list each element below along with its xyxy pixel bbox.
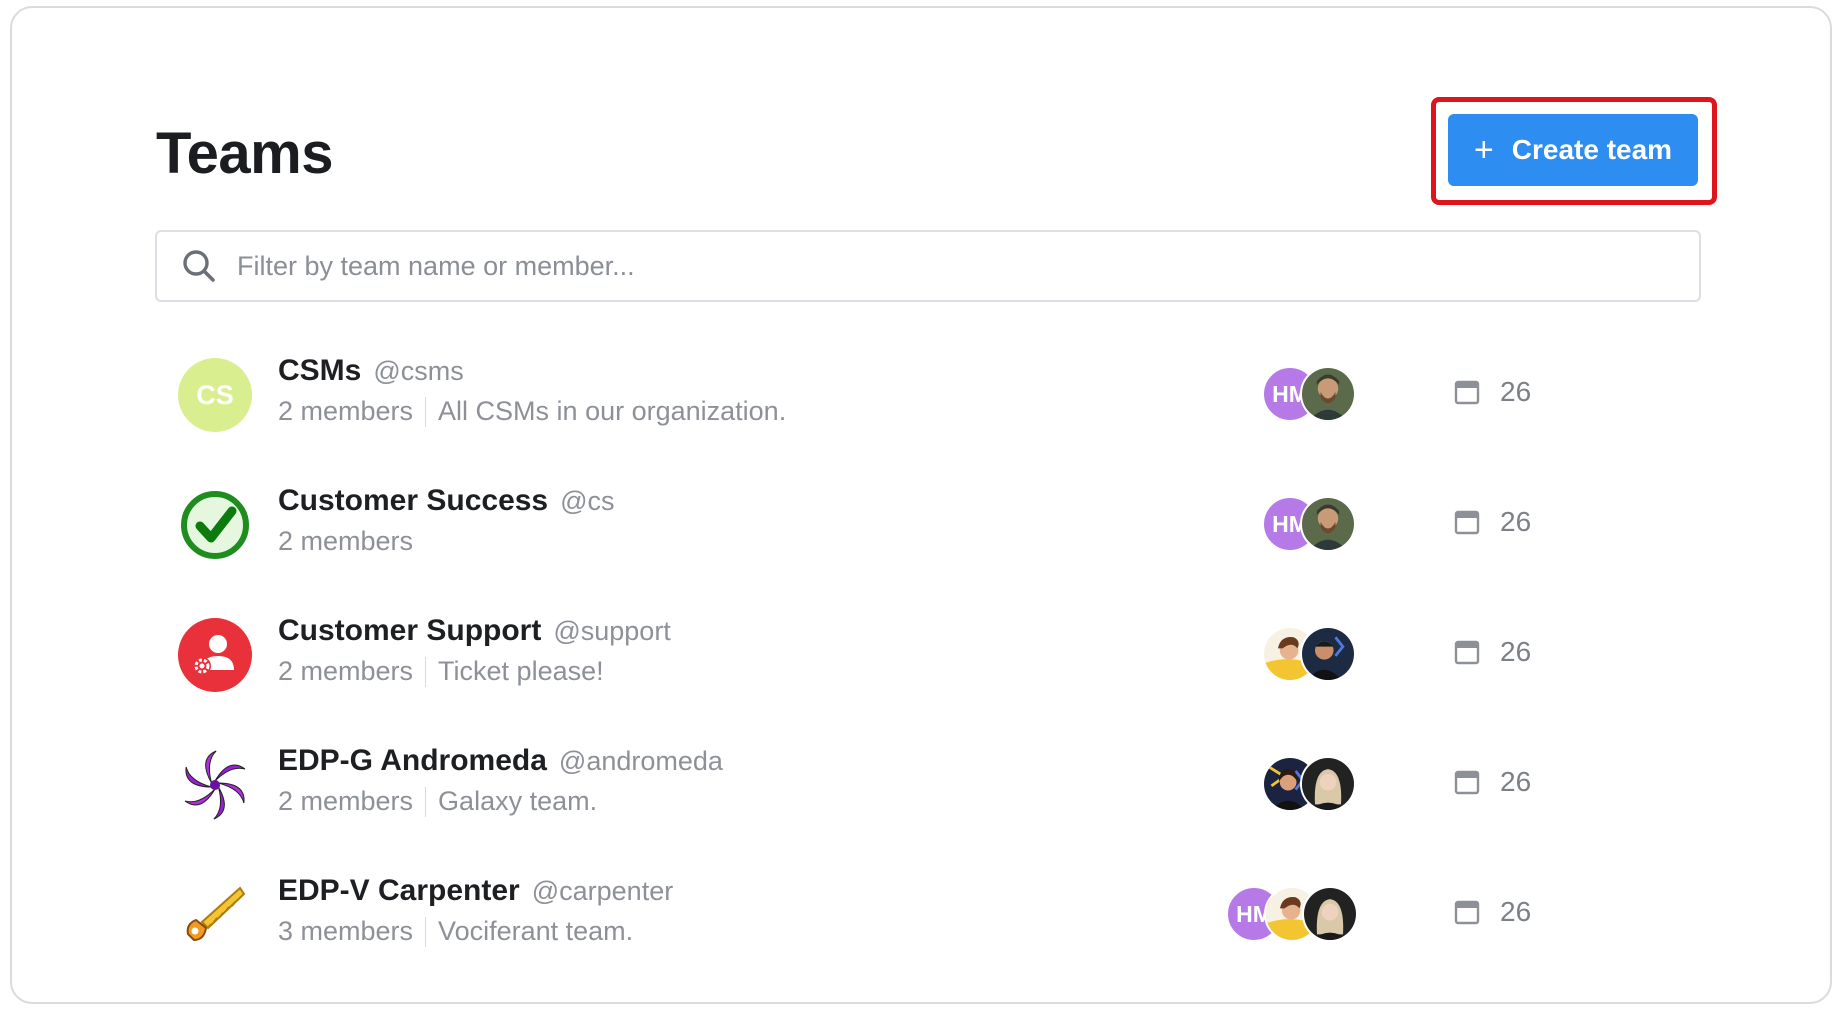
team-description: Vociferant team. [438, 916, 634, 946]
item-count: 26 [1454, 896, 1531, 928]
count-value: 26 [1500, 506, 1532, 537]
team-name-text: Customer Support [278, 614, 542, 647]
team-row-customer-support[interactable]: Customer Support @support 2 members Ticke… [12, 598, 1830, 708]
member-avatars[interactable] [1262, 626, 1358, 682]
team-name-text: Customer Success [278, 484, 549, 517]
team-description: Galaxy team. [438, 786, 598, 816]
count-value: 26 [1500, 636, 1532, 667]
cs-initials-avatar: CS [178, 358, 252, 432]
count-value: 26 [1500, 376, 1532, 407]
count-value: 26 [1500, 766, 1532, 797]
team-handle: @cs [560, 486, 615, 516]
team-name[interactable]: Customer Support @support [278, 614, 671, 648]
calendar-icon [1454, 900, 1480, 925]
member-avatars[interactable]: HM [1226, 886, 1358, 942]
divider [425, 916, 427, 947]
divider [425, 396, 427, 427]
man-photo-avatar [1300, 366, 1356, 422]
team-meta: 2 members All CSMs in our organization. [278, 396, 786, 427]
teams-panel: Teams + Create team CS CSMs @csms 2 membe… [10, 6, 1832, 1004]
team-name-text: CSMs [278, 354, 362, 387]
green-check-icon [178, 488, 252, 562]
member-count: 3 members [278, 916, 414, 946]
divider [425, 786, 427, 817]
team-meta: 2 members Ticket please! [278, 656, 604, 687]
team-handle: @andromeda [558, 746, 723, 776]
woman-blonde-avatar [1300, 756, 1356, 812]
woman-blonde-avatar [1302, 886, 1358, 942]
team-row-edp-v-carpenter[interactable]: EDP-V Carpenter @carpenter 3 members Voci… [12, 858, 1830, 968]
member-avatars[interactable]: HM [1262, 496, 1358, 552]
man-dark-avatar [1300, 626, 1356, 682]
team-name-text: EDP-V Carpenter [278, 874, 520, 907]
item-count: 26 [1454, 636, 1531, 668]
team-handle: @csms [373, 356, 464, 386]
team-description: Ticket please! [438, 656, 604, 686]
team-name[interactable]: EDP-G Andromeda @andromeda [278, 744, 723, 778]
man-photo-avatar [1300, 496, 1356, 552]
team-handle: @carpenter [531, 876, 674, 906]
member-avatars[interactable]: HM [1262, 366, 1358, 422]
team-row-customer-success[interactable]: Customer Success @cs 2 members HM 26 [12, 468, 1830, 578]
search-bar [155, 230, 1701, 302]
plus-icon: + [1473, 131, 1494, 169]
logo-initials: CS [196, 379, 234, 410]
divider [425, 656, 427, 687]
item-count: 26 [1454, 766, 1531, 798]
member-count: 2 members [278, 656, 414, 686]
team-meta: 2 members [278, 526, 413, 557]
item-count: 26 [1454, 506, 1531, 538]
team-description: All CSMs in our organization. [438, 396, 787, 426]
count-value: 26 [1500, 896, 1532, 927]
team-row-csms[interactable]: CS CSMs @csms 2 members All CSMs in our o… [12, 338, 1830, 448]
team-name[interactable]: Customer Success @cs [278, 484, 615, 518]
page-title: Teams [156, 121, 333, 186]
team-name[interactable]: CSMs @csms [278, 354, 464, 388]
team-meta: 3 members Vociferant team. [278, 916, 633, 947]
create-team-button[interactable]: + Create team [1448, 114, 1698, 186]
galaxy-icon [178, 748, 252, 822]
member-count: 2 members [278, 396, 414, 426]
team-name-text: EDP-G Andromeda [278, 744, 547, 777]
team-meta: 2 members Galaxy team. [278, 786, 597, 817]
team-handle: @support [553, 616, 671, 646]
search-icon [183, 250, 215, 282]
saw-icon [178, 878, 252, 952]
calendar-icon [1454, 510, 1480, 535]
calendar-icon [1454, 770, 1480, 795]
member-count: 2 members [278, 526, 414, 556]
team-name[interactable]: EDP-V Carpenter @carpenter [278, 874, 673, 908]
support-agent-icon [178, 618, 252, 692]
member-avatars[interactable] [1262, 756, 1358, 812]
team-row-edp-g-andromeda[interactable]: EDP-G Andromeda @andromeda 2 members Gala… [12, 728, 1830, 838]
item-count: 26 [1454, 376, 1531, 408]
calendar-icon [1454, 380, 1480, 405]
calendar-icon [1454, 640, 1480, 665]
search-input[interactable] [237, 236, 1699, 296]
create-team-label: Create team [1511, 134, 1673, 165]
member-count: 2 members [278, 786, 414, 816]
